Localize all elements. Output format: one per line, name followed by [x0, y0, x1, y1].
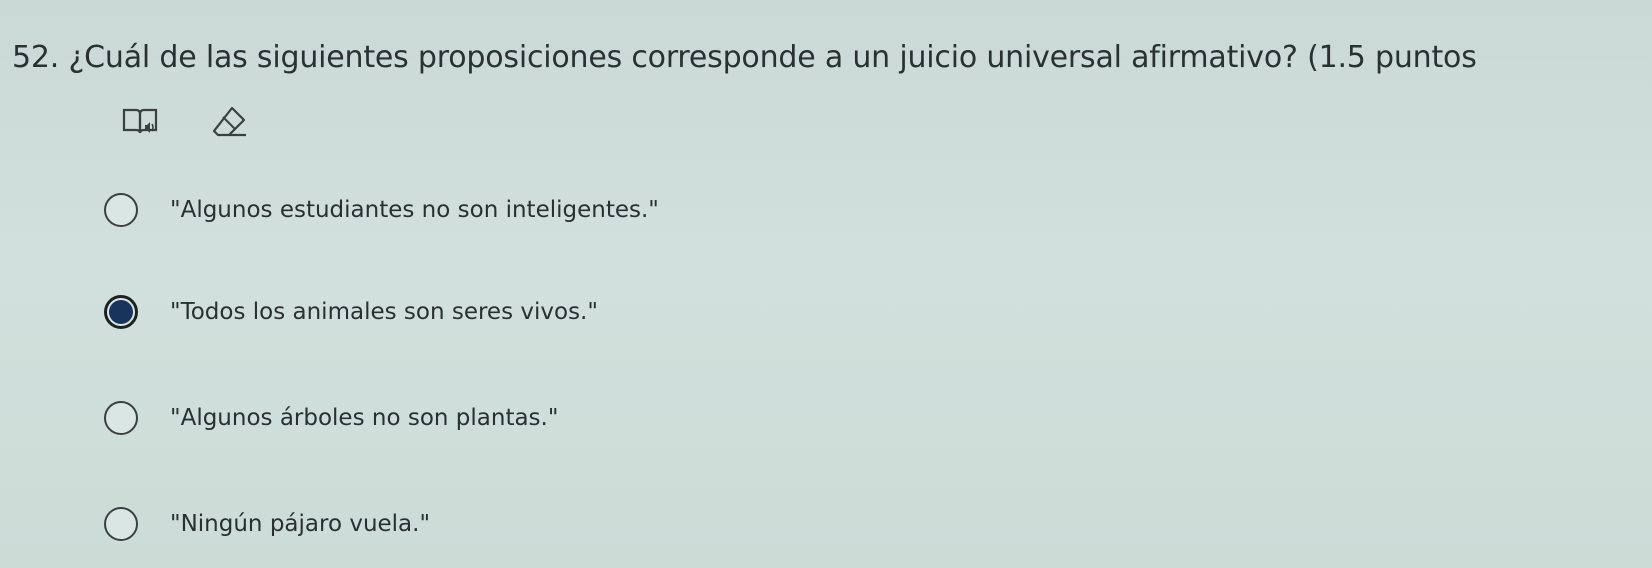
option-label: "Todos los animales son seres vivos." — [170, 299, 598, 325]
option-1[interactable]: "Algunos estudiantes no son inteligentes… — [104, 188, 659, 232]
radio-button-unchecked[interactable] — [104, 193, 138, 227]
option-label: "Ningún pájaro vuela." — [170, 511, 431, 537]
option-2[interactable]: "Todos los animales son seres vivos." — [104, 290, 598, 334]
radio-button-checked[interactable] — [104, 295, 138, 329]
radio-button-unchecked[interactable] — [104, 401, 138, 435]
question-title: 52. ¿Cuál de las siguientes proposicione… — [12, 40, 1477, 75]
option-3[interactable]: "Algunos árboles no son plantas." — [104, 396, 558, 440]
option-4[interactable]: "Ningún pájaro vuela." — [104, 502, 430, 546]
question-toolbar — [118, 100, 268, 144]
option-label: "Algunos estudiantes no son inteligentes… — [170, 197, 659, 223]
immersive-reader-icon — [122, 108, 158, 134]
immersive-reader-button[interactable] — [118, 100, 162, 144]
radio-selected-dot — [109, 300, 133, 324]
eraser-icon — [212, 106, 246, 137]
eraser-button[interactable] — [208, 100, 252, 144]
question-card: 52. ¿Cuál de las siguientes proposicione… — [0, 0, 1652, 568]
radio-button-unchecked[interactable] — [104, 507, 138, 541]
option-label: "Algunos árboles no son plantas." — [170, 405, 559, 431]
